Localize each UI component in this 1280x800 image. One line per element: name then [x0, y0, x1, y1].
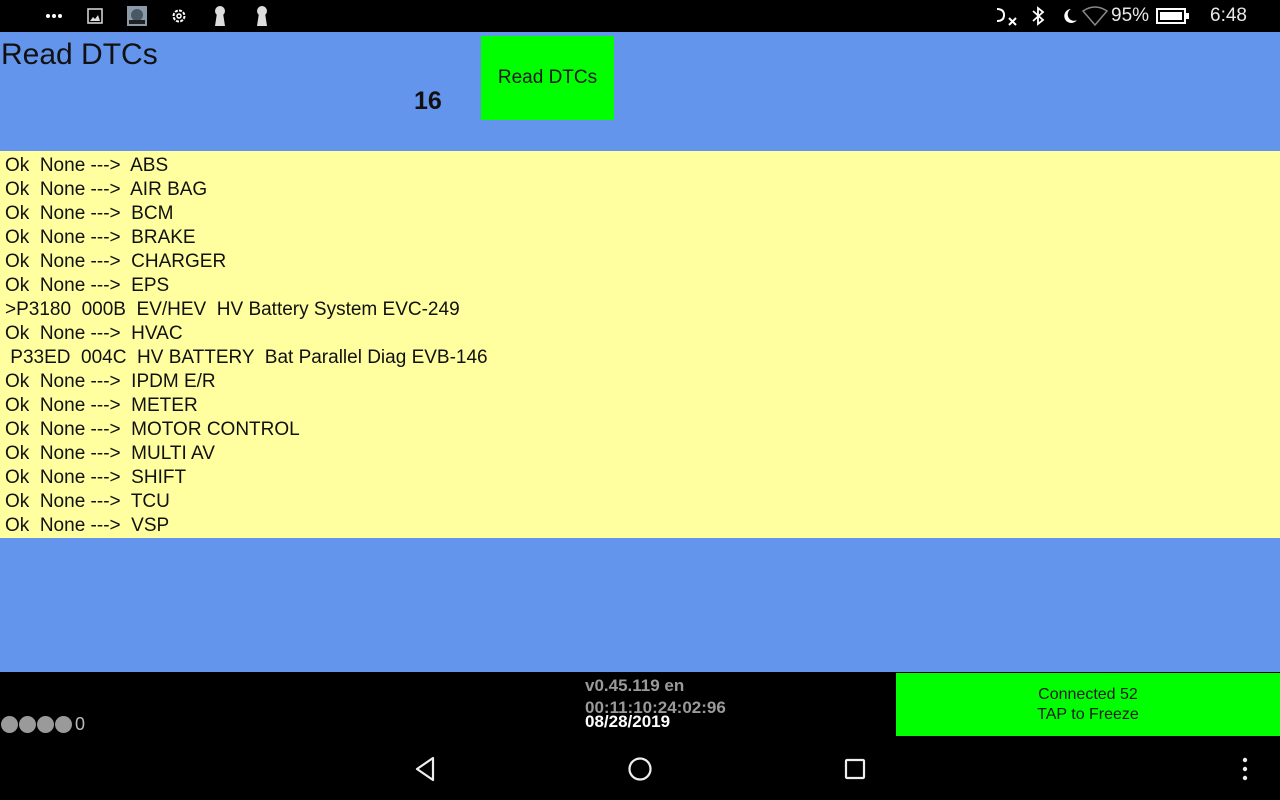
- indicator-count: 0: [75, 714, 86, 734]
- more-notifications-icon: [44, 4, 64, 28]
- list-item: Ok None ---> IPDM E/R: [5, 371, 216, 392]
- list-item: Ok None ---> CHARGER: [5, 251, 227, 272]
- connection-status: Connected 52: [1038, 685, 1138, 703]
- header: Read DTCs 16 Read DTCs: [0, 32, 1280, 151]
- footer: 0 v0.45.119 en 00:11:10:24:02:96 08/28/2…: [0, 672, 1280, 738]
- app-version: v0.45.119 en: [585, 676, 685, 695]
- settings-icon: [170, 4, 188, 28]
- list-item-fault: P33ED 004C HV BATTERY Bat Parallel Diag …: [5, 347, 488, 368]
- empty-panel: [0, 538, 1280, 672]
- list-item: Ok None ---> SHIFT: [5, 467, 187, 488]
- keyhole-icon: [212, 4, 228, 28]
- back-icon[interactable]: [410, 754, 440, 784]
- battery-percent: 95%: [1111, 5, 1150, 26]
- bluetooth-icon: [1030, 4, 1046, 28]
- clock: 6:48: [1210, 5, 1247, 26]
- connection-status-button[interactable]: Connected 52 TAP to Freeze: [896, 673, 1280, 736]
- recents-icon[interactable]: [840, 754, 870, 784]
- dtc-list: Ok None ---> ABS Ok None ---> AIR BAG Ok…: [0, 151, 1280, 538]
- freeze-hint: TAP to Freeze: [1037, 705, 1139, 723]
- indicator-dot: [55, 716, 72, 733]
- home-icon[interactable]: [625, 754, 655, 784]
- dtc-module-count: 16: [414, 87, 442, 115]
- image-icon: [86, 4, 104, 28]
- indicator-dot: [37, 716, 54, 733]
- list-item: Ok None ---> BCM: [5, 203, 174, 224]
- list-item: Ok None ---> VSP: [5, 515, 170, 536]
- indicator-dot: [19, 716, 36, 733]
- wifi-icon: [1082, 4, 1108, 28]
- overflow-menu-icon[interactable]: [1230, 754, 1260, 784]
- list-item: Ok None ---> MOTOR CONTROL: [5, 419, 300, 440]
- navigation-bar: [0, 738, 1280, 800]
- battery-icon: [1156, 4, 1190, 28]
- indicator-dot: [1, 716, 18, 733]
- nfc-off-icon: [994, 4, 1020, 28]
- list-item-fault: >P3180 000B EV/HEV HV Battery System EVC…: [5, 299, 460, 320]
- list-item: Ok None ---> BRAKE: [5, 227, 196, 248]
- list-item: Ok None ---> EPS: [5, 275, 170, 296]
- keyhole-icon: [254, 4, 270, 28]
- activity-indicator: 0: [1, 714, 85, 735]
- page-title: Read DTCs: [1, 38, 158, 71]
- list-item: Ok None ---> ABS: [5, 155, 169, 176]
- date: 08/28/2019: [585, 712, 671, 731]
- status-bar: 95% 6:48: [0, 0, 1280, 32]
- read-dtcs-button[interactable]: Read DTCs: [481, 36, 614, 120]
- list-item: Ok None ---> HVAC: [5, 323, 183, 344]
- list-item: Ok None ---> AIR BAG: [5, 179, 208, 200]
- list-item: Ok None ---> TCU: [5, 491, 170, 512]
- list-item: Ok None ---> MULTI AV: [5, 443, 215, 464]
- list-item: Ok None ---> METER: [5, 395, 198, 416]
- do-not-disturb-moon-icon: [1060, 4, 1078, 28]
- photo-app-icon: [126, 4, 148, 28]
